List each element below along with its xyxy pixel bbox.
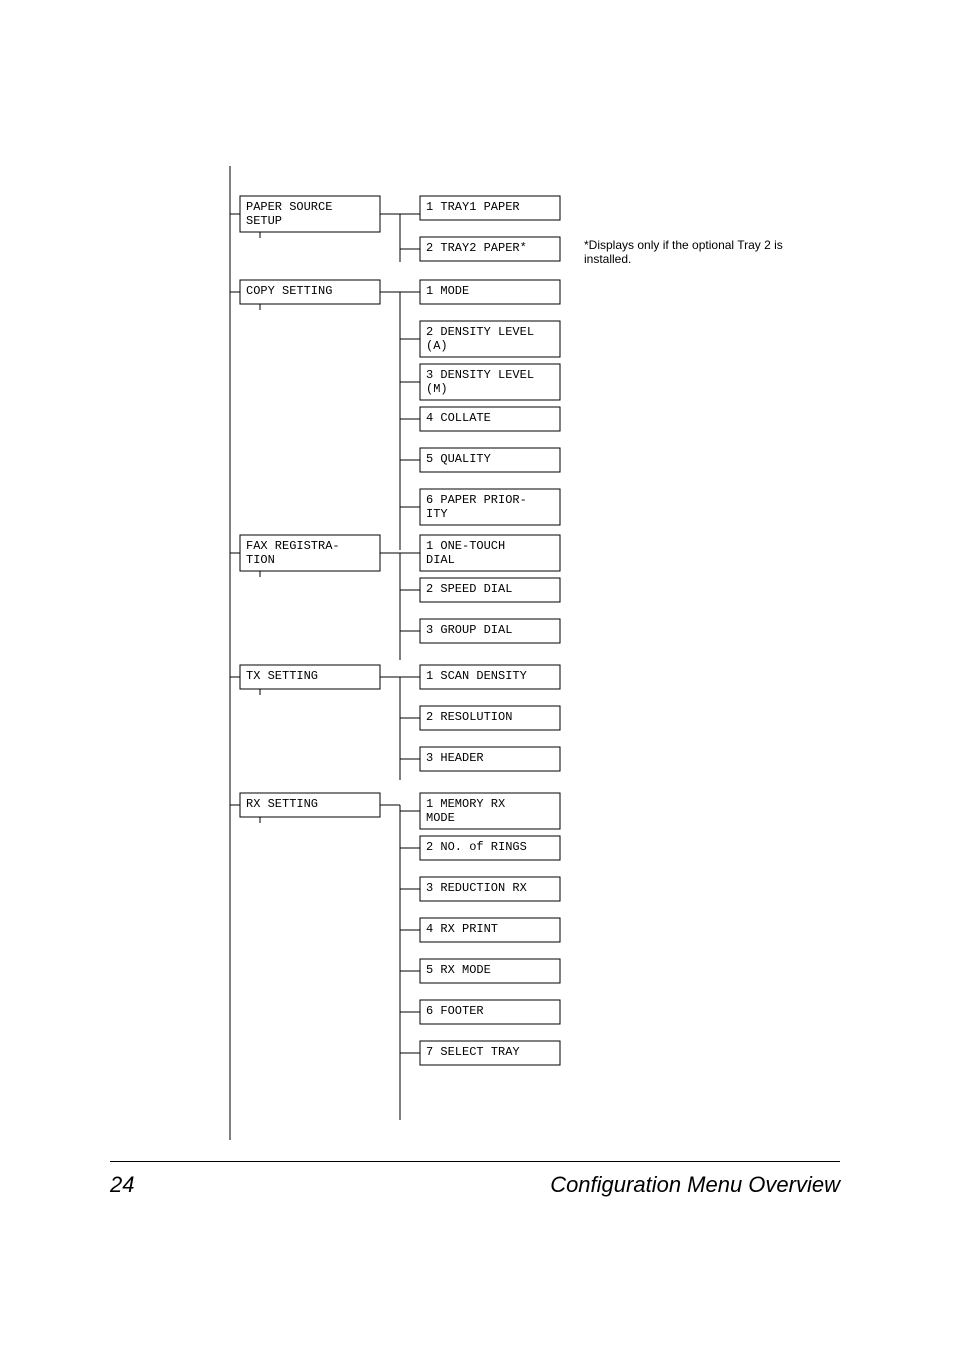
- menu-tray2-paper: 2 TRAY2 PAPER*: [426, 241, 556, 255]
- menu-tx-setting: TX SETTING: [246, 669, 376, 683]
- page-root: PAPER SOURCE SETUP 1 TRAY1 PAPER 2 TRAY2…: [0, 0, 954, 1350]
- menu-header: 3 HEADER: [426, 751, 556, 765]
- menu-density-a: 2 DENSITY LEVEL (A): [426, 325, 556, 353]
- menu-density-m: 3 DENSITY LEVEL (M): [426, 368, 556, 396]
- menu-resolution: 2 RESOLUTION: [426, 710, 556, 724]
- menu-paper-source-setup: PAPER SOURCE SETUP: [246, 200, 376, 228]
- menu-fax-registration: FAX REGISTRA- TION: [246, 539, 376, 567]
- menu-rx-mode: 5 RX MODE: [426, 963, 556, 977]
- menu-copy-setting: COPY SETTING: [246, 284, 376, 298]
- menu-collate: 4 COLLATE: [426, 411, 556, 425]
- menu-speed-dial: 2 SPEED DIAL: [426, 582, 556, 596]
- menu-rx-setting: RX SETTING: [246, 797, 376, 811]
- note-tray2-optional: *Displays only if the optional Tray 2 is…: [584, 238, 804, 266]
- menu-tray1-paper: 1 TRAY1 PAPER: [426, 200, 556, 214]
- menu-tree-diagram: PAPER SOURCE SETUP 1 TRAY1 PAPER 2 TRAY2…: [0, 0, 954, 1160]
- menu-memory-rx-mode: 1 MEMORY RX MODE: [426, 797, 556, 825]
- menu-footer: 6 FOOTER: [426, 1004, 556, 1018]
- footer-title: Configuration Menu Overview: [550, 1172, 840, 1198]
- menu-paper-priority: 6 PAPER PRIOR- ITY: [426, 493, 556, 521]
- menu-mode: 1 MODE: [426, 284, 556, 298]
- footer-separator: [110, 1161, 840, 1162]
- page-number: 24: [110, 1172, 134, 1198]
- menu-no-of-rings: 2 NO. of RINGS: [426, 840, 556, 854]
- menu-one-touch-dial: 1 ONE-TOUCH DIAL: [426, 539, 556, 567]
- menu-quality: 5 QUALITY: [426, 452, 556, 466]
- menu-rx-print: 4 RX PRINT: [426, 922, 556, 936]
- menu-reduction-rx: 3 REDUCTION RX: [426, 881, 556, 895]
- menu-scan-density: 1 SCAN DENSITY: [426, 669, 556, 683]
- menu-group-dial: 3 GROUP DIAL: [426, 623, 556, 637]
- menu-select-tray: 7 SELECT TRAY: [426, 1045, 556, 1059]
